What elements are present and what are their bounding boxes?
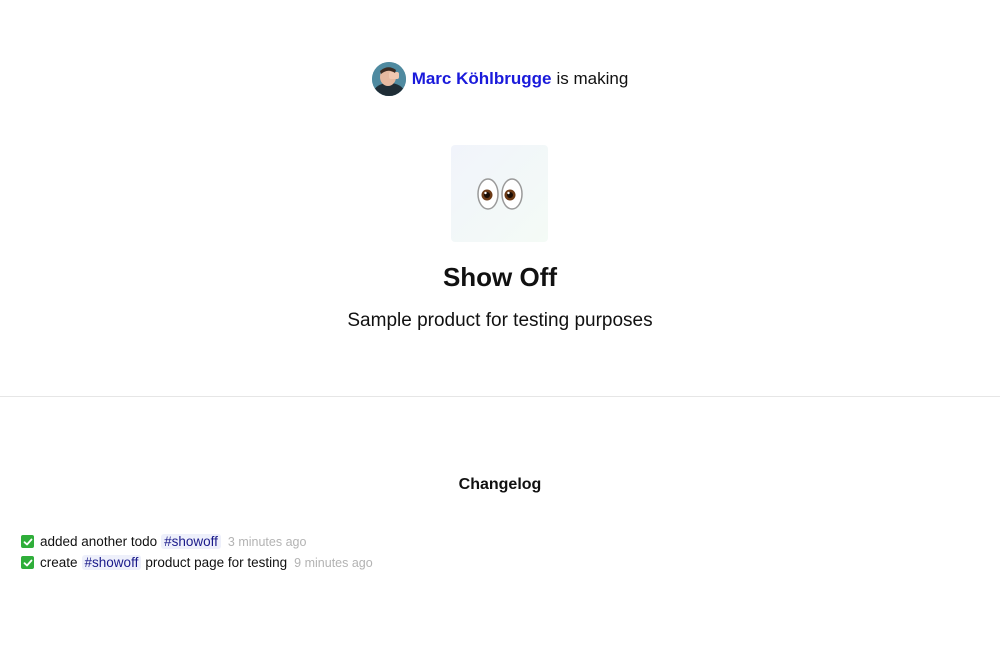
avatar[interactable] bbox=[371, 62, 406, 96]
check-mark-icon bbox=[21, 535, 34, 548]
maker-line: Marc Köhlbrugge is making bbox=[0, 61, 1000, 97]
hashtag-link[interactable]: #showoff bbox=[81, 555, 142, 570]
product-description: Sample product for testing purposes bbox=[347, 310, 653, 331]
maker-suffix: is making bbox=[556, 69, 629, 88]
timestamp: 3 minutes ago bbox=[227, 534, 307, 549]
product-logo bbox=[451, 145, 548, 242]
check-mark-icon bbox=[21, 556, 34, 569]
timestamp: 9 minutes ago bbox=[294, 555, 373, 570]
changelog-item-text: create bbox=[40, 555, 78, 570]
changelog-item-text-after: product page for testing bbox=[145, 555, 288, 570]
hashtag-link[interactable]: #showoff bbox=[161, 534, 221, 549]
changelog-item-text: added another todo bbox=[40, 534, 158, 549]
changelog-list: added another todo #showoff 3 minutes ag… bbox=[21, 531, 373, 573]
product-title: Show Off bbox=[442, 262, 558, 292]
changelog-item: added another todo #showoff 3 minutes ag… bbox=[21, 531, 373, 552]
maker-name-link[interactable]: Marc Köhlbrugge bbox=[412, 69, 552, 89]
changelog-heading: Changelog bbox=[458, 476, 542, 493]
eyes-emoji-icon bbox=[476, 177, 523, 210]
changelog-item: create #showoff product page for testing… bbox=[21, 552, 373, 573]
divider bbox=[0, 396, 1000, 397]
